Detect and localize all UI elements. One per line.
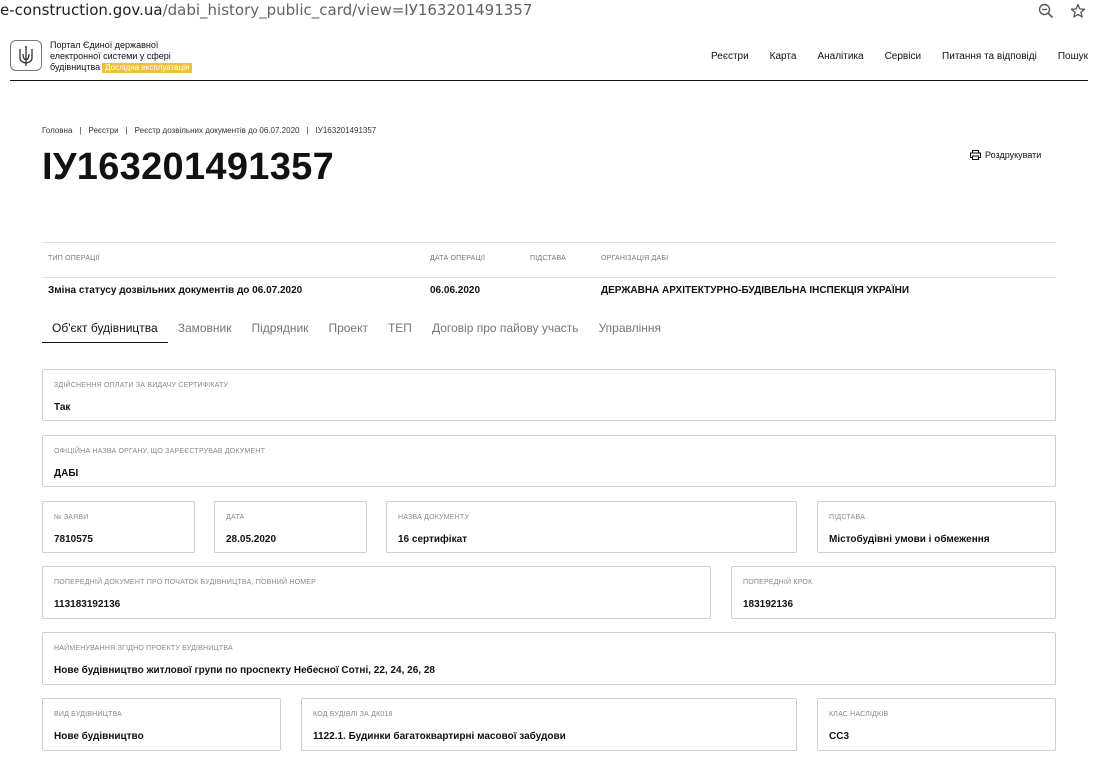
field-application-number: № ЗАЯВИ 7810575 bbox=[42, 501, 195, 553]
field-value: ДАБІ bbox=[54, 468, 79, 479]
field-building-code: КОД БУДІВЛІ ЗА ДК018 1122.1. Будинки баг… bbox=[301, 698, 797, 751]
site-header: Портал Єдиної державної електронної сист… bbox=[10, 35, 1088, 81]
field-label: ПОПЕРЕДНІЙ КРОК bbox=[743, 579, 813, 586]
breadcrumb-registries[interactable]: Реєстри bbox=[88, 126, 118, 135]
tab-management[interactable]: Управління bbox=[589, 318, 671, 343]
field-label: ПОПЕРЕДНІЙ ДОКУМЕНТ ПРО ПОЧАТОК БУДІВНИЦ… bbox=[54, 579, 317, 586]
field-authority: ОФІЦІЙНА НАЗВА ОРГАНУ, ЩО ЗАРЕЄСТРУВАВ Д… bbox=[42, 435, 1056, 487]
field-label: НАЙМЕНУВАННЯ ЗГІДНО ПРОЕКТУ БУДІВНИЦТВА bbox=[54, 645, 233, 652]
header-basis: ПІДСТАВА bbox=[530, 255, 566, 262]
nav-faq[interactable]: Питання та відповіді bbox=[942, 51, 1037, 62]
tab-construction-object[interactable]: Об'єкт будівництва bbox=[42, 318, 168, 343]
breadcrumb-separator: | bbox=[79, 126, 82, 135]
url-domain: e-construction.gov.ua bbox=[0, 1, 163, 19]
field-label: № ЗАЯВИ bbox=[54, 514, 89, 521]
tab-tep[interactable]: ТЕП bbox=[378, 318, 422, 343]
operation-table: ТИП ОПЕРАЦІЇ ДАТА ОПЕРАЦІЇ ПІДСТАВА ОРГА… bbox=[42, 242, 1056, 302]
nav-search[interactable]: Пошук bbox=[1058, 51, 1088, 62]
field-value: 1122.1. Будинки багатоквартирні масової … bbox=[313, 731, 566, 742]
nav-map[interactable]: Карта bbox=[770, 51, 797, 62]
portal-title-line1: Портал Єдиної державної bbox=[50, 40, 159, 50]
print-button[interactable]: Роздрукувати bbox=[970, 150, 1041, 160]
tab-bar: Об'єкт будівництва Замовник Підрядник Пр… bbox=[42, 318, 722, 343]
field-label: НАЗВА ДОКУМЕНТУ bbox=[398, 514, 469, 521]
field-document-name: НАЗВА ДОКУМЕНТУ 16 сертифікат bbox=[386, 501, 797, 553]
breadcrumb-home[interactable]: Головна bbox=[42, 126, 72, 135]
field-basis: ПІДСТАВА Містобудівні умови і обмеження bbox=[817, 501, 1056, 553]
field-project-name: НАЙМЕНУВАННЯ ЗГІДНО ПРОЕКТУ БУДІВНИЦТВА … bbox=[42, 632, 1056, 685]
trident-logo-icon[interactable] bbox=[10, 40, 42, 71]
bookmark-star-icon[interactable] bbox=[1068, 1, 1088, 21]
field-previous-step: ПОПЕРЕДНІЙ КРОК 183192136 bbox=[731, 566, 1056, 619]
operation-table-header: ТИП ОПЕРАЦІЇ ДАТА ОПЕРАЦІЇ ПІДСТАВА ОРГА… bbox=[42, 243, 1056, 278]
cell-organization: ДЕРЖАВНА АРХІТЕКТУРНО-БУДІВЕЛЬНА ІНСПЕКЦ… bbox=[601, 285, 910, 296]
field-value: Так bbox=[54, 402, 71, 413]
breadcrumb-separator: | bbox=[125, 126, 128, 135]
tab-customer[interactable]: Замовник bbox=[168, 318, 242, 343]
field-label: ОФІЦІЙНА НАЗВА ОРГАНУ, ЩО ЗАРЕЄСТРУВАВ Д… bbox=[54, 448, 266, 455]
url-text[interactable]: e-construction.gov.ua/dabi_history_publi… bbox=[0, 1, 532, 19]
field-consequence-class: КЛАС НАСЛІДКІВ СС3 bbox=[817, 698, 1056, 751]
breadcrumb: Головна | Реєстри | Реєстр дозвільних до… bbox=[42, 126, 376, 135]
print-label: Роздрукувати bbox=[985, 150, 1042, 160]
field-value: 113183192136 bbox=[54, 599, 121, 610]
page-title: ІУ163201491357 bbox=[42, 146, 335, 188]
cell-operation-date: 06.06.2020 bbox=[430, 285, 481, 296]
url-path: /dabi_history_public_card/view=ІУ1632014… bbox=[162, 1, 533, 19]
portal-title-line3: будівництва bbox=[50, 62, 101, 72]
header-operation-date: ДАТА ОПЕРАЦІЇ bbox=[430, 255, 486, 262]
nav-services[interactable]: Сервіси bbox=[885, 51, 921, 62]
portal-title[interactable]: Портал Єдиної державної електронної сист… bbox=[50, 40, 250, 73]
cell-operation-type: Зміна статусу дозвільних документів до 0… bbox=[48, 285, 303, 296]
tab-contractor[interactable]: Підрядник bbox=[242, 318, 319, 343]
field-label: ДАТА bbox=[226, 514, 245, 521]
breadcrumb-current: ІУ163201491357 bbox=[315, 126, 377, 135]
breadcrumb-registry[interactable]: Реєстр дозвільних документів до 06.07.20… bbox=[135, 126, 300, 135]
field-value: СС3 bbox=[829, 731, 850, 742]
header-operation-type: ТИП ОПЕРАЦІЇ bbox=[48, 255, 100, 262]
field-value: 16 сертифікат bbox=[398, 534, 468, 545]
field-value: 183192136 bbox=[743, 599, 794, 610]
field-construction-type: ВИД БУДІВНИЦТВА Нове будівництво bbox=[42, 698, 281, 751]
header-organization: ОРГАНІЗАЦІЯ ДАБІ bbox=[601, 255, 669, 262]
field-label: КОД БУДІВЛІ ЗА ДК018 bbox=[313, 711, 393, 718]
breadcrumb-separator: | bbox=[306, 126, 309, 135]
field-date: ДАТА 28.05.2020 bbox=[214, 501, 367, 553]
field-label: ЗДІЙСНЕННЯ ОПЛАТИ ЗА ВИДАЧУ СЕРТИФІКАТУ bbox=[54, 382, 229, 389]
field-value: Містобудівні умови і обмеження bbox=[829, 534, 990, 545]
field-label: КЛАС НАСЛІДКІВ bbox=[829, 711, 889, 718]
field-value: Нове будівництво bbox=[54, 731, 144, 742]
zoom-icon[interactable] bbox=[1036, 1, 1056, 21]
main-nav: Реєстри Карта Аналітика Сервіси Питання … bbox=[711, 51, 1088, 62]
nav-registries[interactable]: Реєстри bbox=[711, 51, 749, 62]
portal-title-line2: електронної системи у сфері bbox=[50, 51, 171, 61]
browser-url-bar[interactable]: e-construction.gov.ua/dabi_history_publi… bbox=[0, 0, 1103, 24]
nav-analytics[interactable]: Аналітика bbox=[817, 51, 863, 62]
field-previous-document: ПОПЕРЕДНІЙ ДОКУМЕНТ ПРО ПОЧАТОК БУДІВНИЦ… bbox=[42, 566, 711, 619]
field-value: 7810575 bbox=[54, 534, 93, 545]
field-payment: ЗДІЙСНЕННЯ ОПЛАТИ ЗА ВИДАЧУ СЕРТИФІКАТУ … bbox=[42, 369, 1056, 421]
beta-badge: Дослідна експлуатація bbox=[102, 63, 193, 73]
tab-project[interactable]: Проект bbox=[318, 318, 378, 343]
field-value: 28.05.2020 bbox=[226, 534, 277, 545]
field-value: Нове будівництво житлової групи по просп… bbox=[54, 665, 435, 676]
field-label: ВИД БУДІВНИЦТВА bbox=[54, 711, 122, 718]
printer-icon bbox=[970, 150, 981, 160]
field-label: ПІДСТАВА bbox=[829, 514, 865, 521]
tab-share-agreement[interactable]: Договір про пайову участь bbox=[422, 318, 589, 343]
